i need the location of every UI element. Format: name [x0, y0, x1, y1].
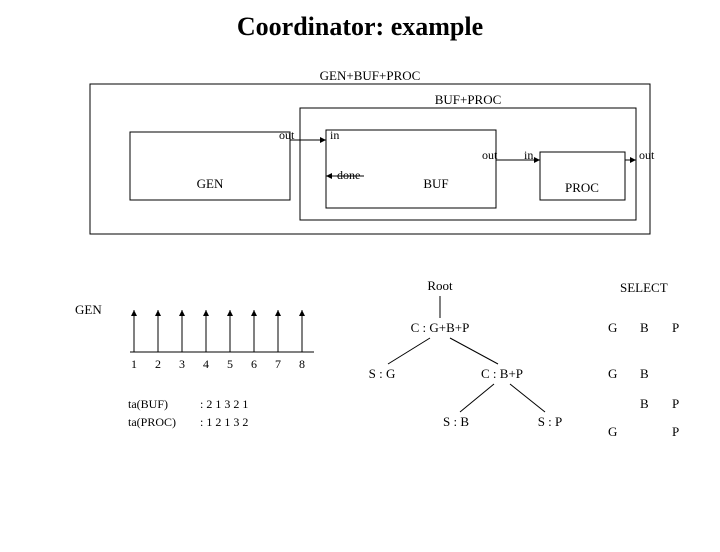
sel-p1: P: [672, 320, 679, 335]
sel-p2: P: [672, 396, 679, 411]
ta-buf-name: ta(BUF): [128, 397, 168, 411]
ta-proc-vals: : 1 2 1 3 2: [200, 415, 248, 429]
buf-label: BUF: [423, 176, 448, 191]
tree-sg: S : G: [369, 366, 396, 381]
done-label: done: [337, 168, 360, 182]
ta-proc-name: ta(PROC): [128, 415, 176, 429]
inner-box: [300, 108, 636, 220]
inner-label: BUF+PROC: [435, 92, 502, 107]
tree-cgbp: C : G+B+P: [411, 320, 470, 335]
svg-text:2: 2: [155, 357, 161, 371]
outer-label: GEN+BUF+PROC: [320, 68, 421, 83]
sel-g2: G: [608, 366, 617, 381]
sel-b1: B: [640, 320, 649, 335]
proc-label: PROC: [565, 180, 599, 195]
tree-root: Root: [427, 278, 453, 293]
svg-text:8: 8: [299, 357, 305, 371]
gen-label: GEN: [197, 176, 224, 191]
timeline-name: GEN: [75, 302, 102, 317]
svg-text:7: 7: [275, 357, 281, 371]
proc-out-label: out: [639, 148, 655, 162]
tree-cbp: C : B+P: [481, 366, 523, 381]
ta-buf-vals: : 2 1 3 2 1: [200, 397, 248, 411]
sel-b3: B: [640, 396, 649, 411]
tree-sp: S : P: [538, 414, 563, 429]
sel-g3: G: [608, 424, 617, 439]
tree: Root C : G+B+P S : G C : B+P S : B S : P: [369, 278, 563, 429]
sel-b2: B: [640, 366, 649, 381]
tree-sb: S : B: [443, 414, 469, 429]
svg-text:3: 3: [179, 357, 185, 371]
sel-p3: P: [672, 424, 679, 439]
svg-text:1: 1: [131, 357, 137, 371]
select-label: SELECT: [620, 280, 668, 295]
svg-text:5: 5: [227, 357, 233, 371]
buf-out-label: out: [482, 148, 498, 162]
svg-text:4: 4: [203, 357, 209, 371]
buf-in-label: in: [330, 128, 339, 142]
timeline-ticks: 1 2 3 4 5 6 7 8: [131, 310, 305, 371]
gen-out-label: out: [279, 128, 295, 142]
outer-box: [90, 84, 650, 234]
sel-g1: G: [608, 320, 617, 335]
proc-in-label: in: [524, 148, 533, 162]
svg-text:6: 6: [251, 357, 257, 371]
